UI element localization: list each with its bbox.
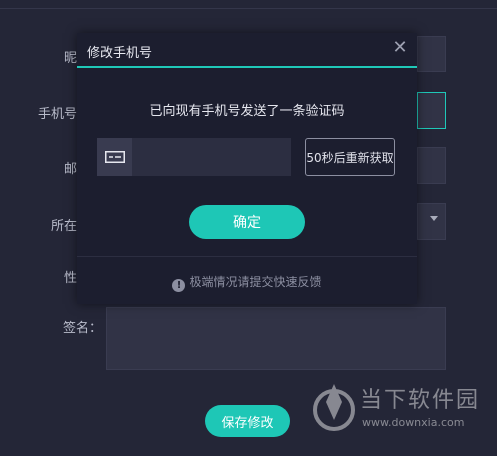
location-label: 所在 bbox=[51, 219, 78, 234]
watermark-logo-icon bbox=[313, 384, 355, 431]
sms-code-icon bbox=[97, 138, 132, 176]
top-divider bbox=[0, 8, 497, 9]
nickname-field[interactable] bbox=[417, 36, 446, 72]
watermark-name: 当下软件园 bbox=[360, 388, 481, 413]
close-icon[interactable]: ✕ bbox=[389, 37, 411, 59]
feedback-text: 极端情况请提交快速反馈 bbox=[189, 275, 322, 289]
signature-field[interactable] bbox=[106, 307, 446, 370]
email-label: 邮 bbox=[64, 162, 78, 177]
watermark-url: www.downxia.com bbox=[362, 416, 465, 429]
nickname-label: 昵 bbox=[64, 51, 78, 66]
dialog-divider bbox=[77, 256, 417, 257]
location-select[interactable] bbox=[417, 203, 446, 240]
phone-label: 手机号 bbox=[38, 107, 78, 122]
gender-label: 性 bbox=[64, 271, 78, 286]
signature-label: 签名： bbox=[63, 321, 103, 336]
feedback-link[interactable]: ! 极端情况请提交快速反馈 bbox=[77, 273, 417, 292]
change-phone-dialog: 修改手机号 ✕ 已向现有手机号发送了一条验证码 50秒后重新获取 确定 ! 极端情… bbox=[77, 33, 417, 304]
confirm-button[interactable]: 确定 bbox=[189, 205, 305, 239]
resend-code-button[interactable]: 50秒后重新获取 bbox=[305, 138, 395, 176]
verification-code-group bbox=[97, 138, 291, 176]
sms-sent-message: 已向现有手机号发送了一条验证码 bbox=[149, 104, 345, 119]
dialog-title: 修改手机号 bbox=[87, 46, 153, 61]
email-field[interactable] bbox=[417, 147, 446, 184]
phone-field[interactable] bbox=[417, 92, 446, 129]
watermark: 当下软件园 www.downxia.com bbox=[312, 380, 492, 440]
chevron-down-icon bbox=[430, 216, 438, 221]
info-icon: ! bbox=[172, 279, 186, 292]
verification-code-input[interactable] bbox=[132, 138, 291, 176]
title-underline bbox=[77, 66, 417, 68]
save-button[interactable]: 保存修改 bbox=[205, 405, 290, 437]
